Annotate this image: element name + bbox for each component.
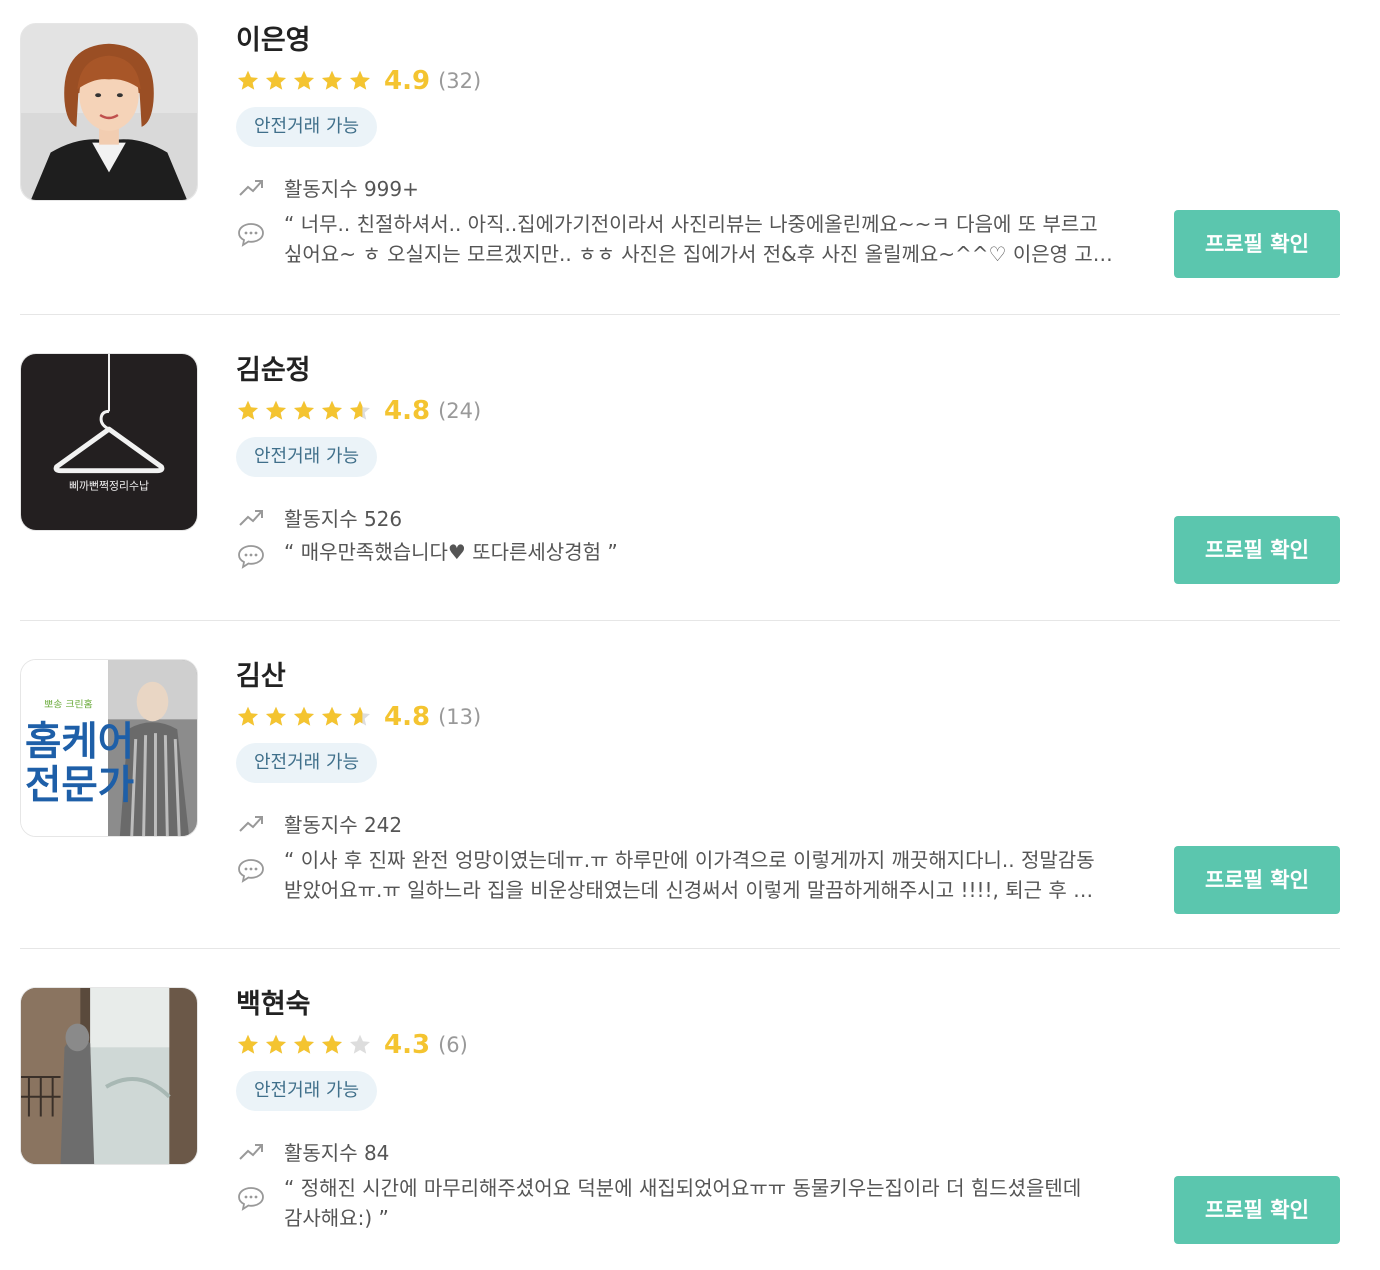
star-icon <box>266 1034 286 1054</box>
hanger-logo: 삐까뻔쩍정리수납 <box>21 354 197 530</box>
star-icon <box>238 706 258 726</box>
star-rating <box>236 1033 372 1057</box>
review-count: (13) <box>438 705 482 729</box>
rating-row: 4.3 (6) <box>236 1027 468 1063</box>
divider <box>20 948 1340 949</box>
pro-card: 백현숙 4.3 (6) 안전거래 가능 활동지수 84 “ 정해진 시간에 마무… <box>20 987 1340 1247</box>
divider <box>20 620 1340 621</box>
activity-score: 활동지수 999+ <box>236 169 419 205</box>
star-icon <box>238 400 258 420</box>
avatar[interactable] <box>20 23 198 201</box>
rating-score: 4.8 <box>384 396 431 426</box>
star-icon <box>350 1034 370 1054</box>
pro-name[interactable]: 백현숙 <box>236 987 311 1023</box>
safe-trade-badge: 안전거래 가능 <box>236 437 378 477</box>
brand-small-text: 뽀송 크린홈 <box>44 697 93 710</box>
rating-score: 4.8 <box>384 702 431 732</box>
view-profile-button[interactable]: 프로필 확인 <box>1174 846 1340 914</box>
star-icon <box>294 70 314 90</box>
review-text: “ 이사 후 진짜 완전 엉망이였는데ㅠ.ㅠ 하루만에 이가격으로 이렇게까지 … <box>284 848 1095 902</box>
pro-name[interactable]: 이은영 <box>236 23 311 59</box>
star-icon <box>238 70 258 90</box>
review-count: (6) <box>438 1033 468 1057</box>
review-text: “ 매우만족했습니다♥ 또다른세상경험 ” <box>284 540 618 564</box>
activity-score: 활동지수 242 <box>236 805 402 841</box>
trending-up-icon <box>239 1144 263 1160</box>
chat-bubble-icon <box>238 1187 264 1211</box>
review-count: (24) <box>438 399 482 423</box>
activity-label: 활동지수 84 <box>284 1140 390 1165</box>
avatar[interactable] <box>20 987 198 1165</box>
view-profile-button[interactable]: 프로필 확인 <box>1174 1176 1340 1244</box>
divider <box>20 314 1340 315</box>
safe-trade-badge: 안전거래 가능 <box>236 743 378 783</box>
safe-trade-badge: 안전거래 가능 <box>236 1071 378 1111</box>
star-icon <box>350 400 370 420</box>
rating-row: 4.9 (32) <box>236 63 481 99</box>
star-icon <box>238 1034 258 1054</box>
logo-text: 삐까뻔쩍정리수납 <box>69 479 149 492</box>
chat-bubble-icon <box>238 859 264 883</box>
avatar[interactable]: 삐까뻔쩍정리수납 <box>20 353 198 531</box>
review-text: “ 정해진 시간에 마무리해주셨어요 덕분에 새집되었어요ㅠㅠ 동물키우는집이라… <box>284 1176 1082 1230</box>
star-icon <box>294 1034 314 1054</box>
star-rating <box>236 705 372 729</box>
star-icon <box>350 70 370 90</box>
chat-bubble-icon <box>238 545 264 569</box>
activity-score: 활동지수 526 <box>236 499 402 535</box>
homecare-banner: 뽀송 크린홈 홈케어 전문가 <box>21 660 197 836</box>
trending-up-icon <box>239 816 263 832</box>
window-photo <box>21 988 197 1164</box>
star-icon <box>322 400 342 420</box>
trending-up-icon <box>239 510 263 526</box>
star-icon <box>322 1034 342 1054</box>
activity-score: 활동지수 84 <box>236 1133 389 1169</box>
star-icon <box>322 706 342 726</box>
star-icon <box>266 706 286 726</box>
view-profile-button[interactable]: 프로필 확인 <box>1174 516 1340 584</box>
view-profile-button[interactable]: 프로필 확인 <box>1174 210 1340 278</box>
pro-card: 삐까뻔쩍정리수납 김순정 4.8 (24) 안전거래 가능 활동지수 526 “… <box>20 353 1340 593</box>
star-icon <box>294 400 314 420</box>
star-rating <box>236 69 372 93</box>
star-rating <box>236 399 372 423</box>
chat-bubble-icon <box>238 223 264 247</box>
profile-photo <box>21 24 197 200</box>
activity-label: 활동지수 999+ <box>284 176 419 201</box>
star-icon <box>266 400 286 420</box>
pro-name[interactable]: 김산 <box>236 659 286 695</box>
avatar[interactable]: 뽀송 크린홈 홈케어 전문가 <box>20 659 198 837</box>
star-icon <box>266 70 286 90</box>
review-count: (32) <box>438 69 482 93</box>
review-text: “ 너무.. 친절하셔서.. 아직..집에가기전이라서 사진리뷰는 나중에올린께… <box>284 212 1113 266</box>
pro-name[interactable]: 김순정 <box>236 353 311 389</box>
star-icon <box>350 706 370 726</box>
banner-line-2: 전문가 <box>25 762 134 808</box>
star-icon <box>322 70 342 90</box>
rating-row: 4.8 (13) <box>236 699 481 735</box>
pro-card: 이은영 4.9 (32) 안전거래 가능 활동지수 999+ “ 너무.. 친절… <box>20 23 1340 283</box>
safe-trade-badge: 안전거래 가능 <box>236 107 378 147</box>
activity-label: 활동지수 242 <box>284 812 403 837</box>
pro-card: 뽀송 크린홈 홈케어 전문가 김산 4.8 (13) 안전거래 가능 활동지수 … <box>20 659 1340 919</box>
trending-up-icon <box>239 180 263 196</box>
rating-score: 4.9 <box>384 66 431 96</box>
rating-score: 4.3 <box>384 1030 431 1060</box>
star-icon <box>294 706 314 726</box>
rating-row: 4.8 (24) <box>236 393 481 429</box>
activity-label: 활동지수 526 <box>284 506 403 531</box>
banner-line-1: 홈케어 <box>25 719 134 765</box>
